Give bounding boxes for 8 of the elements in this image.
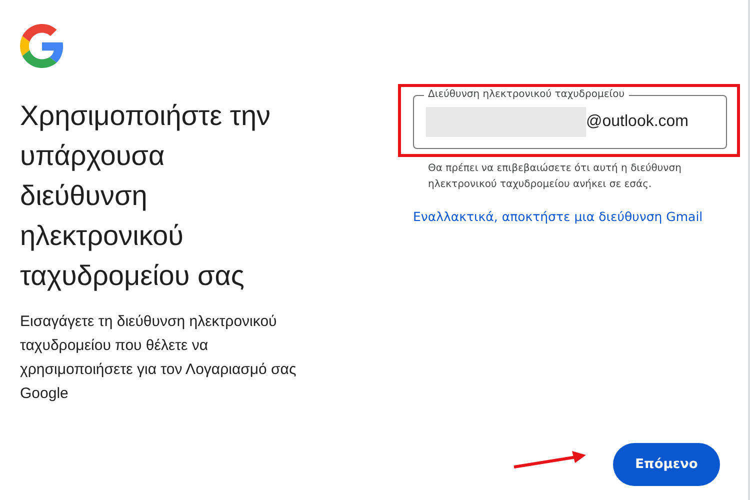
description-text: Εισαγάγετε τη διεύθυνση ηλεκτρονικού ταχυδρομείου που θέλετε να χρησιμοποιήσετε για τον Λογαριασμό σας Google: [20, 312, 298, 404]
field-label: Διεύθυνση ηλεκτρονικού ταχυδρομείου: [424, 88, 629, 102]
field-value: @outlook.com: [586, 113, 689, 131]
page-heading: Χρησιμοποιήστε την υπάρχουσα διεύθυνση ηλεκτρονικού ταχυδρομείου σας: [20, 99, 272, 293]
gmail-link[interactable]: Εναλλακτικά, αποκτήστε μια διεύθυνση Gmail: [413, 209, 743, 224]
google-logo-icon: [20, 24, 64, 68]
next-button[interactable]: Επόμενο: [613, 443, 720, 486]
hint-text: Θα πρέπει να επιβεβαιώσετε ότι αυτή η διεύθυνση ηλεκτρονικού ταχυδρομείου ανήκει σε εσάς.: [428, 162, 682, 192]
